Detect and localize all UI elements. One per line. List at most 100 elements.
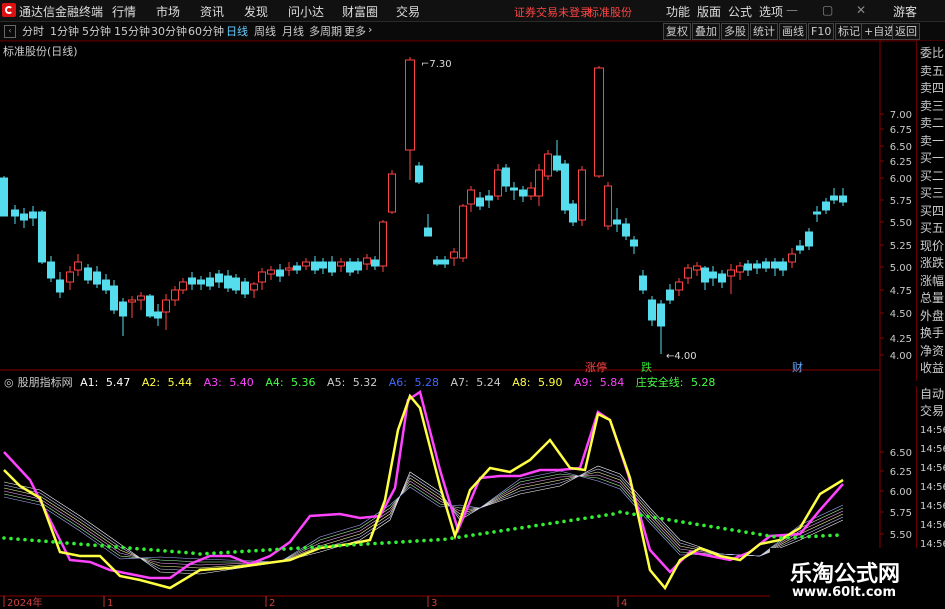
tag-fall[interactable]: 跌 <box>641 359 652 375</box>
menu-market-quotes[interactable]: 行情 <box>112 3 136 20</box>
ind-y-tick-label: 5.50 <box>890 530 912 541</box>
menu-news[interactable]: 资讯 <box>200 3 224 20</box>
chevron-right-icon[interactable]: › <box>368 23 372 36</box>
candle-body <box>154 311 162 319</box>
maximize-icon[interactable]: ▢ <box>822 3 833 17</box>
menu-trade[interactable]: 交易 <box>396 3 420 20</box>
safety-dot <box>660 516 664 521</box>
candle-body <box>337 261 345 267</box>
candle-body <box>363 257 371 265</box>
a8-line <box>3 393 844 591</box>
menu-wealth[interactable]: 财富圈 <box>342 3 378 20</box>
quote-label[interactable]: 买四 <box>920 203 944 220</box>
settings-icon[interactable]: ◎ <box>4 376 14 389</box>
period-5min[interactable]: 5分钟 <box>82 23 111 39</box>
time-tick-label: 2 <box>269 598 275 609</box>
btn-f10[interactable]: F10 <box>808 23 835 40</box>
btn-multistock[interactable]: 多股 <box>721 23 749 40</box>
menu-layout[interactable]: 版面 <box>697 3 721 20</box>
tag-finance[interactable]: 财 <box>792 359 803 375</box>
auto-trade-label[interactable]: 交易 <box>920 403 944 420</box>
period-multi[interactable]: 多周期 <box>309 23 342 39</box>
menu-formula[interactable]: 公式 <box>728 3 752 20</box>
quote-label[interactable]: 买一 <box>920 150 944 167</box>
menu-discover[interactable]: 发现 <box>244 3 268 20</box>
candle-body <box>701 267 709 283</box>
candle-body <box>666 289 674 301</box>
quote-label[interactable]: 卖一 <box>920 133 944 150</box>
quote-label[interactable]: 总量 <box>920 290 944 307</box>
menu-function[interactable]: 功能 <box>666 3 690 20</box>
period-15min[interactable]: 15分钟 <box>114 23 150 39</box>
minimize-icon[interactable]: — <box>786 3 798 17</box>
safety-dot <box>702 523 706 528</box>
candle-body <box>179 281 187 291</box>
candle-body <box>93 271 101 285</box>
quote-label[interactable]: 卖二 <box>920 115 944 132</box>
quote-label[interactable]: 收益 <box>920 360 944 377</box>
safety-dot <box>758 532 762 537</box>
login-notice[interactable]: 证券交易未登录 <box>514 4 591 20</box>
candle-body <box>232 277 240 291</box>
quote-label[interactable]: 卖四 <box>920 80 944 97</box>
quote-label[interactable]: 委比 <box>920 45 944 62</box>
quote-label[interactable]: 买二 <box>920 168 944 185</box>
app-title: 通达信金融终端 <box>19 5 104 19</box>
quote-label[interactable]: 外盘 <box>920 308 944 325</box>
quote-label[interactable]: 涨幅 <box>920 273 944 290</box>
menu-market[interactable]: 市场 <box>156 3 180 20</box>
menu-ask[interactable]: 问小达 <box>288 3 324 20</box>
quote-label[interactable]: 涨跌 <box>920 255 944 272</box>
btn-overlay[interactable]: 叠加 <box>692 23 720 40</box>
safety-dot <box>646 514 650 519</box>
candle-body <box>594 67 604 177</box>
period-monthly[interactable]: 月线 <box>282 23 304 39</box>
safety-dot <box>520 525 524 530</box>
quote-label[interactable]: 卖三 <box>920 98 944 115</box>
btn-stats[interactable]: 统计 <box>750 23 778 40</box>
btn-fuquan[interactable]: 复权 <box>663 23 691 40</box>
safety-dot <box>170 549 174 554</box>
time-axis: 2024年 1 2 3 4 <box>3 596 627 609</box>
quote-label[interactable]: 净资 <box>920 343 944 360</box>
period-30min[interactable]: 30分钟 <box>151 23 187 39</box>
quote-label[interactable]: 买五 <box>920 220 944 237</box>
chevron-left-icon[interactable]: ‹ <box>4 25 16 38</box>
watermark-title: 乐淘公式网 <box>790 562 901 587</box>
btn-mark[interactable]: 标记 <box>835 23 863 40</box>
time-tick-label: 3 <box>431 598 437 609</box>
quote-label[interactable]: 卖五 <box>920 63 944 80</box>
period-daily[interactable]: 日线 <box>226 23 248 39</box>
btn-draw[interactable]: 画线 <box>779 23 807 40</box>
candle-body <box>119 301 127 317</box>
candle-body <box>224 275 232 289</box>
quote-label[interactable]: 现价 <box>920 238 944 255</box>
kline-chart[interactable]: 7.00 6.75 6.50 6.25 6.00 5.75 5.50 5.25 5.00 4.75… <box>0 41 916 609</box>
safety-dot <box>695 522 699 527</box>
period-1min[interactable]: 1分钟 <box>50 23 79 39</box>
menu-options[interactable]: 选项 <box>759 3 783 20</box>
quote-label[interactable]: 换手 <box>920 325 944 342</box>
period-intraday[interactable]: 分时 <box>22 23 44 39</box>
safety-dot <box>93 543 97 548</box>
quote-label[interactable]: 买三 <box>920 185 944 202</box>
candle-body <box>805 231 813 247</box>
auto-trade-label[interactable]: 自动 <box>920 386 944 403</box>
period-weekly[interactable]: 周线 <box>254 23 276 39</box>
candle-body <box>771 261 779 269</box>
stock-name-header: 标准股份 <box>588 6 632 19</box>
close-icon[interactable]: ✕ <box>856 3 866 17</box>
period-more[interactable]: 更多 <box>344 23 366 39</box>
legend-a2: A2: 5.44 <box>141 376 193 389</box>
indicator-name[interactable]: 股朋指标网 <box>18 376 73 389</box>
time-label: 14:56 <box>920 520 945 531</box>
safety-dot <box>730 528 734 532</box>
btn-back[interactable]: 返回 <box>892 23 920 40</box>
candle-body <box>639 275 647 291</box>
y-tick-label: 6.25 <box>890 157 912 168</box>
tag-limit-up[interactable]: 涨停 <box>585 359 607 375</box>
candle-body <box>128 299 136 303</box>
candle-body <box>206 277 214 287</box>
period-60min[interactable]: 60分钟 <box>188 23 224 39</box>
user-guest[interactable]: 游客 <box>893 3 917 20</box>
